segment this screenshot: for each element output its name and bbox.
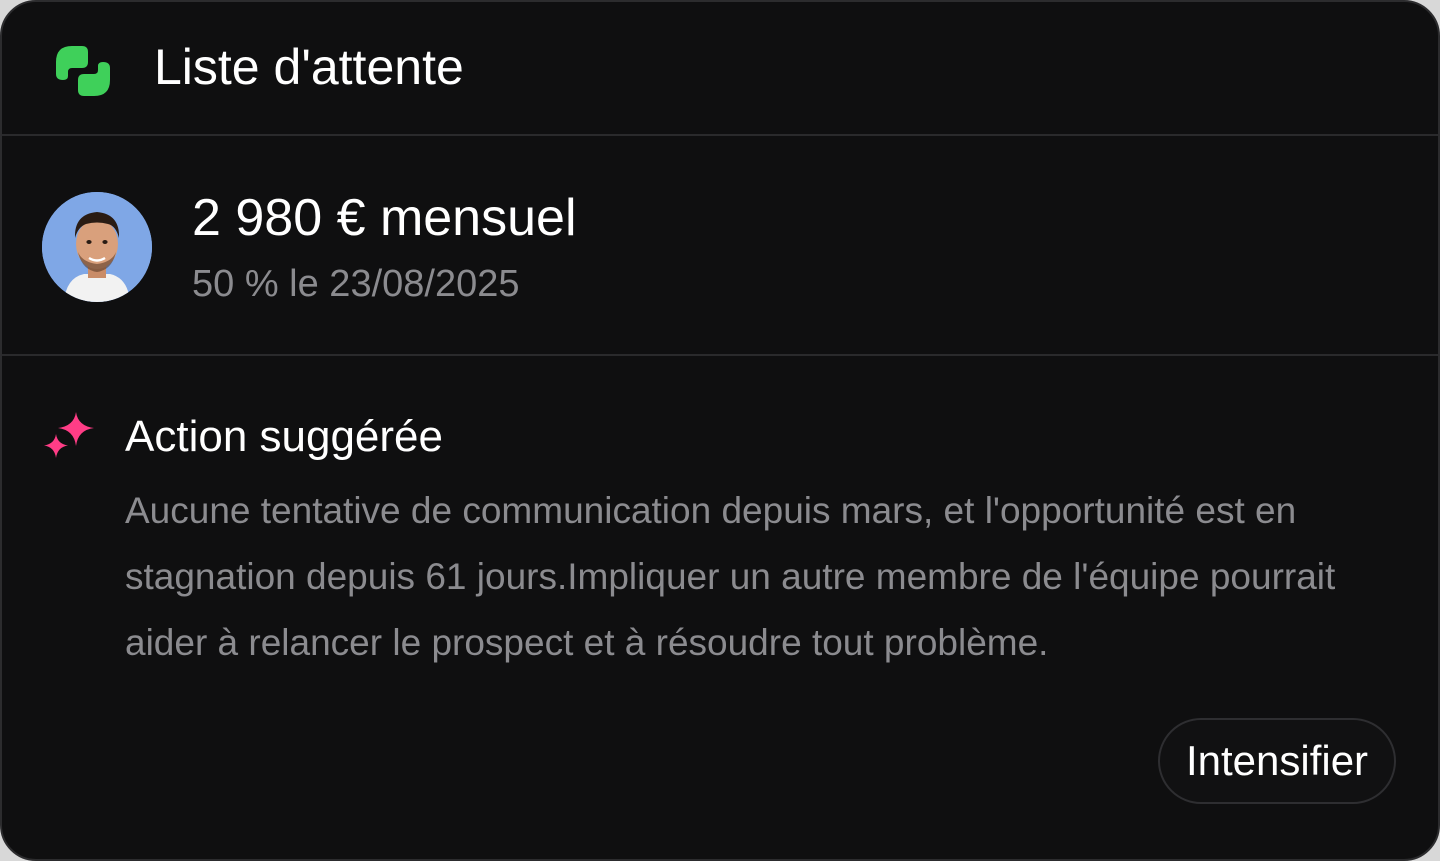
person-avatar — [42, 192, 152, 302]
suggestion-body: Aucune tentative de communication depuis… — [125, 490, 1336, 663]
deal-detail: 50 % le 23/08/2025 — [192, 263, 520, 305]
deal-amount: 2 980 € mensuel — [192, 189, 577, 247]
brand-logo-icon — [56, 46, 110, 96]
card-header: Liste d'attente — [2, 2, 1438, 136]
waitlist-card: Liste d'attente 2 980 € mensuel 50 % le … — [0, 0, 1440, 861]
avatar[interactable] — [42, 192, 152, 302]
escalate-button[interactable]: Intensifier — [1158, 718, 1396, 804]
suggestion-title: Action suggérée — [125, 412, 443, 461]
deal-summary: 2 980 € mensuel 50 % le 23/08/2025 — [2, 136, 1438, 356]
page-title: Liste d'attente — [154, 39, 464, 95]
sparkles-icon — [44, 412, 94, 458]
